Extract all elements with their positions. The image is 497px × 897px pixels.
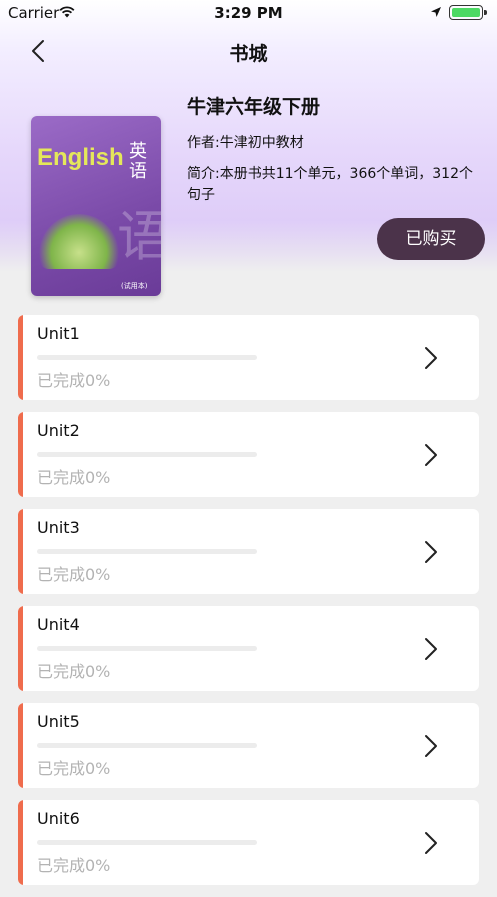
- unit-card[interactable]: Unit5 已完成0%: [18, 703, 479, 788]
- unit-card[interactable]: Unit4 已完成0%: [18, 606, 479, 691]
- unit-card[interactable]: Unit1 已完成0%: [18, 315, 479, 400]
- chevron-right-icon: [425, 735, 437, 757]
- chevron-right-icon: [425, 832, 437, 854]
- status-bar: Carrier 3:29 PM: [0, 0, 497, 26]
- accent-bar: [18, 800, 23, 885]
- cover-english-text: English: [37, 144, 124, 171]
- progress-track: [37, 452, 257, 457]
- unit-card[interactable]: Unit3 已完成0%: [18, 509, 479, 594]
- unit-progress-text: 已完成0%: [37, 662, 111, 681]
- progress-track: [37, 355, 257, 360]
- unit-card[interactable]: Unit2 已完成0%: [18, 412, 479, 497]
- location-icon: [431, 7, 441, 17]
- accent-bar: [18, 606, 23, 691]
- unit-name: Unit4: [37, 615, 80, 634]
- clock: 3:29 PM: [214, 4, 283, 22]
- page-title: 书城: [229, 43, 268, 65]
- unit-progress-text: 已完成0%: [37, 856, 111, 875]
- purchased-button[interactable]: 已购买: [377, 218, 485, 260]
- book-intro: 简介:本册书共11个单元，366个单词，312个句子: [187, 166, 473, 203]
- accent-bar: [18, 703, 23, 788]
- progress-track: [37, 549, 257, 554]
- unit-name: Unit3: [37, 518, 80, 537]
- accent-bar: [18, 315, 23, 400]
- unit-progress-text: 已完成0%: [37, 371, 111, 390]
- unit-name: Unit2: [37, 421, 80, 440]
- chevron-right-icon: [425, 541, 437, 563]
- chevron-right-icon: [425, 444, 437, 466]
- book-title: 牛津六年级下册: [187, 96, 321, 118]
- cover-chinese-text: 英语: [129, 141, 147, 182]
- unit-progress-text: 已完成0%: [37, 468, 111, 487]
- progress-track: [37, 743, 257, 748]
- cover-edition: (试用本): [121, 282, 148, 290]
- unit-name: Unit6: [37, 809, 80, 828]
- unit-name: Unit1: [37, 324, 80, 343]
- progress-track: [37, 646, 257, 651]
- accent-bar: [18, 412, 23, 497]
- accent-bar: [18, 509, 23, 594]
- cover-watermark: 语: [117, 205, 161, 268]
- battery-icon: [449, 5, 487, 20]
- chevron-right-icon: [425, 347, 437, 369]
- progress-track: [37, 840, 257, 845]
- cover-illustration: [39, 214, 119, 269]
- navigation-bar: 书城: [0, 26, 497, 76]
- book-author: 作者:牛津初中教材: [187, 135, 304, 151]
- unit-list: Unit1 已完成0% Unit2 已完成0% Unit3 已完成0% Unit…: [18, 315, 479, 897]
- book-cover-image: English 英语 语 (试用本): [31, 116, 161, 296]
- unit-progress-text: 已完成0%: [37, 759, 111, 778]
- unit-progress-text: 已完成0%: [37, 565, 111, 584]
- unit-name: Unit5: [37, 712, 80, 731]
- chevron-right-icon: [425, 638, 437, 660]
- unit-card[interactable]: Unit6 已完成0%: [18, 800, 479, 885]
